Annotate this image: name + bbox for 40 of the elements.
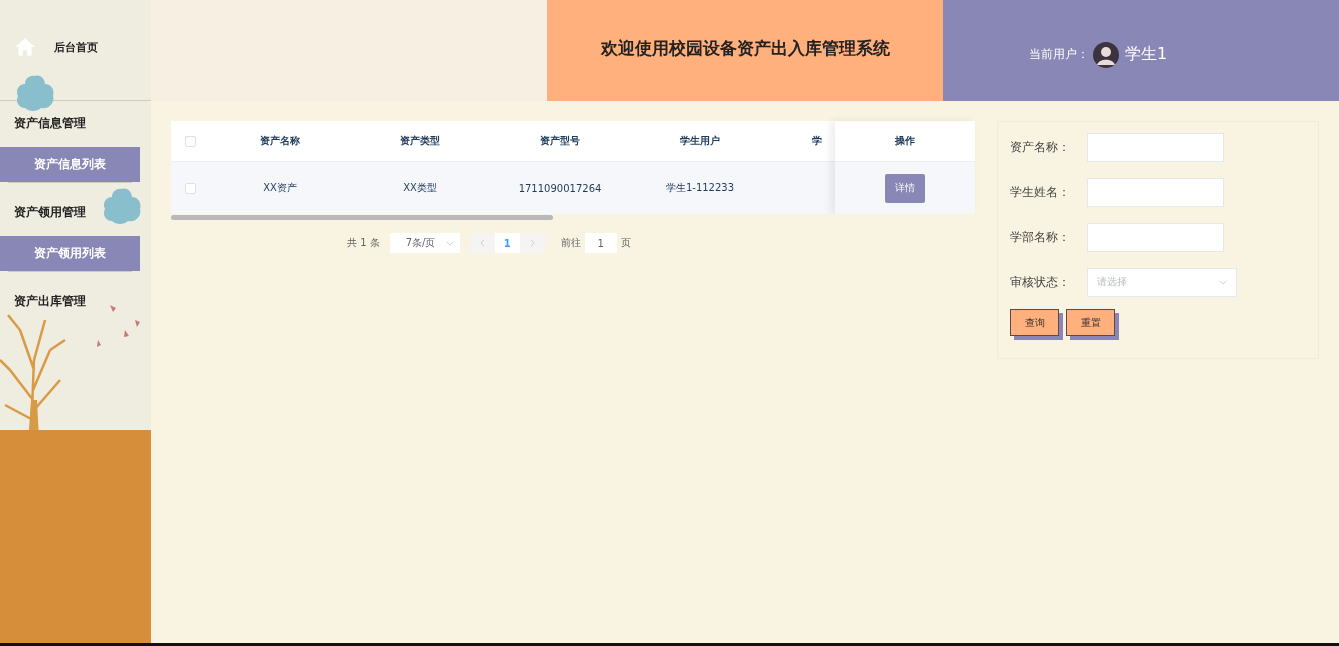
chevron-down-icon (1219, 279, 1227, 285)
column-header: 资产类型 (400, 135, 440, 146)
field-label: 学部名称： (1010, 228, 1071, 246)
total-count: 共 1 条 (347, 236, 380, 250)
menu-group[interactable]: 资产出库管理 (14, 292, 86, 310)
column-header: 资产名称 (260, 135, 300, 146)
home-link[interactable]: 后台首页 (54, 39, 98, 55)
checkbox[interactable] (185, 135, 196, 147)
input-field[interactable] (1087, 132, 1224, 162)
table-cell: XX资产 (263, 182, 297, 193)
user-name: 学生1 (1125, 44, 1168, 65)
page-size-select[interactable]: 7条/页 (389, 233, 460, 253)
column-header: 学 (812, 135, 822, 146)
input-field[interactable] (1087, 222, 1224, 252)
chevron-left-icon (479, 239, 485, 247)
column-header: 操作 (895, 134, 915, 148)
page-suffix: 页 (620, 236, 631, 250)
user-label: 当前用户： (1029, 46, 1089, 63)
column-header: 学生用户 (680, 135, 720, 146)
menu-group[interactable]: 资产领用管理 (14, 203, 86, 221)
checkbox[interactable] (185, 182, 196, 194)
table-cell: 1711090017264 (518, 182, 602, 194)
field-label: 学生姓名： (1010, 183, 1071, 201)
field-label: 审核状态： (1010, 273, 1071, 291)
app-title: 欢迎使用校园设备资产出入库管理系统 (600, 37, 890, 60)
column-header: 资产型号 (540, 135, 580, 146)
menu-group[interactable]: 资产信息管理 (14, 114, 86, 132)
next-page-button[interactable] (519, 233, 545, 253)
goto-page-field[interactable]: 1 (584, 233, 617, 253)
avatar-icon[interactable] (1093, 41, 1119, 68)
table-cell: 学生1-112233 (665, 182, 735, 193)
field-label: 资产名称： (1010, 138, 1071, 156)
input-field[interactable] (1087, 177, 1224, 207)
prev-page-button[interactable] (469, 233, 495, 253)
home-icon[interactable] (14, 36, 36, 58)
chevron-down-icon (445, 240, 454, 246)
goto-label: 前往 (560, 236, 581, 250)
table-cell: XX类型 (403, 182, 437, 193)
chevron-right-icon (529, 239, 535, 247)
scrollbar-thumb[interactable] (171, 215, 553, 220)
